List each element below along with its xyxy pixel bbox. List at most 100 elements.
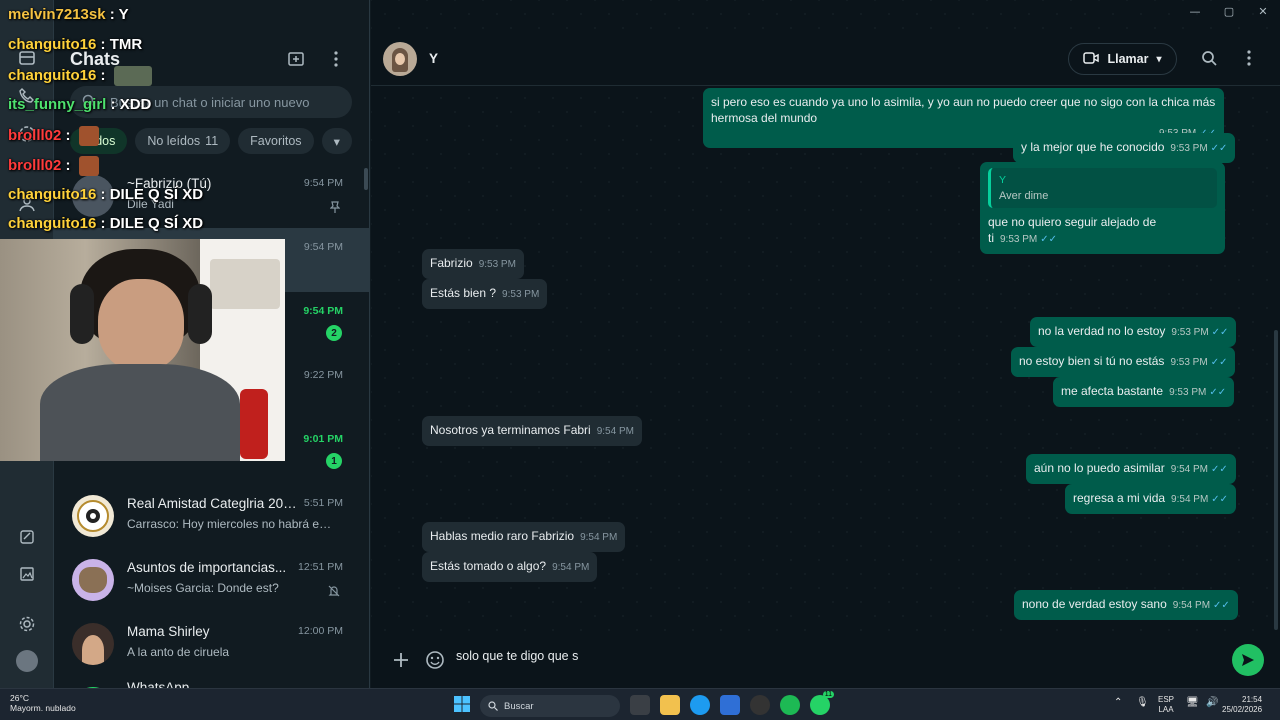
chat-preview: ~Moises Garcia: Donde est? <box>127 581 279 595</box>
message-bubble[interactable]: Nosotros ya terminamos Fabri 9:54 PM <box>422 416 642 446</box>
emote-image <box>78 126 99 146</box>
chat-preview: A la anto de ciruela <box>127 645 230 659</box>
windows-start-icon[interactable] <box>454 696 470 717</box>
avatar <box>72 623 114 665</box>
contact-avatar[interactable] <box>383 42 417 76</box>
unread-badge: 2 <box>326 325 342 341</box>
filter-favorites[interactable]: Favoritos <box>238 128 314 154</box>
filter-more-button[interactable]: ▾ <box>321 128 352 154</box>
webcam-overlay <box>0 239 285 461</box>
chat-row[interactable]: WhatsApp <box>54 676 370 688</box>
message-bubble[interactable]: Estás tomado o algo? 9:54 PM <box>422 552 598 582</box>
clock[interactable]: 21:54 25/02/2026 <box>1222 695 1262 715</box>
attach-plus-icon[interactable] <box>387 646 415 674</box>
lang-code: ESP <box>1158 695 1175 704</box>
close-button[interactable]: ✕ <box>1246 0 1280 22</box>
microphone-icon[interactable]: 🎙 <box>1136 698 1149 708</box>
spotify-icon[interactable] <box>780 695 800 715</box>
stream-username: melvin7213sk <box>8 6 106 23</box>
message-text: no estoy bien si tú no estás <box>1019 354 1165 368</box>
stream-username: changuito16 <box>8 186 97 203</box>
screen: Chats Buscar un chat o iniciar uno nuevo… <box>0 0 1280 720</box>
message-bubble[interactable]: no estoy bien si tú no estás 9:53 PM ✓✓ <box>1011 347 1236 377</box>
meta-ai-icon[interactable] <box>13 523 41 551</box>
muted-icon <box>328 584 340 602</box>
message-bubble[interactable]: aún no lo puedo asimilar 9:54 PM ✓✓ <box>1026 454 1236 484</box>
file-explorer-icon[interactable] <box>660 695 680 715</box>
unread-badge: 1 <box>326 453 342 469</box>
message-time: 9:53 PM <box>478 259 516 270</box>
filter-unread[interactable]: No leídos 11 <box>135 128 231 154</box>
chat-list-scrollbar[interactable] <box>364 168 368 190</box>
chat-name: Real Amistad Categlria 200... <box>127 496 297 511</box>
contact-name[interactable]: Y <box>429 51 438 66</box>
call-button[interactable]: Llamar ▾ <box>1068 43 1177 75</box>
task-view-icon[interactable] <box>630 695 650 715</box>
message-time: 9:54 PM <box>580 532 618 543</box>
quoted-message[interactable]: Y Aver dime <box>988 168 1217 208</box>
chat-time: 9:01 PM <box>303 433 343 445</box>
whatsapp-icon[interactable]: 11 <box>810 691 834 715</box>
menu-dots-icon[interactable] <box>1237 46 1261 70</box>
message-bubble[interactable]: y la mejor que he conocido 9:53 PM ✓✓ <box>1013 133 1236 163</box>
emoji-icon[interactable] <box>421 646 449 674</box>
obs-icon[interactable] <box>750 695 770 715</box>
clock-date: 25/02/2026 <box>1222 705 1263 714</box>
language-indicator[interactable]: ESP LAA <box>1158 695 1174 715</box>
tray-chevron-icon[interactable]: ⌃ <box>1114 698 1122 708</box>
emote-image <box>113 66 152 86</box>
chat-time: 12:51 PM <box>298 561 343 573</box>
read-receipt-icon: ✓✓ <box>1210 143 1228 154</box>
message-text: nono de verdad estoy sano <box>1022 597 1167 611</box>
message-composer: solo que te digo que s <box>371 635 1280 688</box>
network-icon[interactable]: 🖥 <box>1186 698 1199 708</box>
message-bubble[interactable]: me afecta bastante 9:53 PM ✓✓ <box>1053 377 1235 407</box>
stream-message: DILE Q SÍ XD <box>109 215 204 232</box>
settings-icon[interactable] <box>13 610 41 638</box>
stream-chat-line: melvin7213sk : Y <box>8 6 129 23</box>
chat-preview: Carrasco: Hoy miercoles no habrá entr... <box>127 517 337 531</box>
new-chat-icon[interactable] <box>284 48 308 70</box>
read-receipt-icon: ✓✓ <box>1040 234 1058 245</box>
maximize-button[interactable]: ▢ <box>1212 0 1246 22</box>
minimize-button[interactable]: — <box>1178 0 1212 22</box>
message-bubble[interactable]: nono de verdad estoy sano 9:54 PM ✓✓ <box>1014 590 1238 620</box>
avatar <box>72 559 114 601</box>
chat-row[interactable]: Mama Shirley A la anto de ciruela 12:00 … <box>54 612 370 676</box>
search-icon[interactable] <box>1197 46 1221 70</box>
send-button[interactable] <box>1232 644 1264 676</box>
weather-widget[interactable]: 26°C Mayorm. nublado <box>10 693 76 713</box>
message-time: 9:54 PM <box>596 426 634 437</box>
avatar <box>72 495 114 537</box>
profile-avatar[interactable] <box>13 647 41 675</box>
message-time: 9:53 PM <box>1170 357 1208 368</box>
region-code: LAA <box>1158 705 1174 714</box>
stream-message: TMR <box>109 36 143 53</box>
chat-row[interactable]: Real Amistad Categlria 200... Carrasco: … <box>54 484 370 548</box>
menu-dots-icon[interactable] <box>324 48 348 70</box>
message-input[interactable]: solo que te digo que s <box>456 649 578 663</box>
filter-favorites-label: Favoritos <box>250 134 302 148</box>
window-controls: — ▢ ✕ <box>1178 0 1280 22</box>
message-bubble[interactable]: Fabrizio 9:53 PM <box>422 249 524 279</box>
message-bubble[interactable]: Estás bien ? 9:53 PM <box>422 279 548 309</box>
message-time: 9:54 PM <box>1170 464 1209 475</box>
chat-time: 9:54 PM <box>303 305 343 317</box>
conversation-scrollbar[interactable] <box>1274 330 1278 630</box>
taskbar-search[interactable]: Buscar <box>480 695 620 717</box>
stream-chat-line: brolll02 : <box>8 126 99 146</box>
message-bubble[interactable]: no la verdad no lo estoy 9:53 PM ✓✓ <box>1030 317 1237 347</box>
message-bubble-reply[interactable]: Y Aver dime que no quiero seguir alejado… <box>980 162 1225 254</box>
read-receipt-icon: ✓✓ <box>1209 387 1227 398</box>
message-bubble[interactable]: regresa a mi vida 9:54 PM ✓✓ <box>1065 484 1237 514</box>
media-icon[interactable] <box>13 560 41 588</box>
message-bubble[interactable]: Hablas medio raro Fabrizio 9:54 PM <box>422 522 626 552</box>
message-text: me afecta bastante <box>1061 384 1164 398</box>
message-time: 9:53 PM <box>1170 143 1208 154</box>
chat-row[interactable]: Asuntos de importancias... ~Moises Garci… <box>54 548 370 612</box>
edge-icon[interactable] <box>690 695 710 715</box>
store-icon[interactable] <box>720 695 740 715</box>
stream-chat-line: changuito16 : TMR <box>8 36 143 53</box>
chevron-down-icon: ▾ <box>1156 53 1162 65</box>
volume-icon[interactable]: 🔊 <box>1206 698 1218 708</box>
